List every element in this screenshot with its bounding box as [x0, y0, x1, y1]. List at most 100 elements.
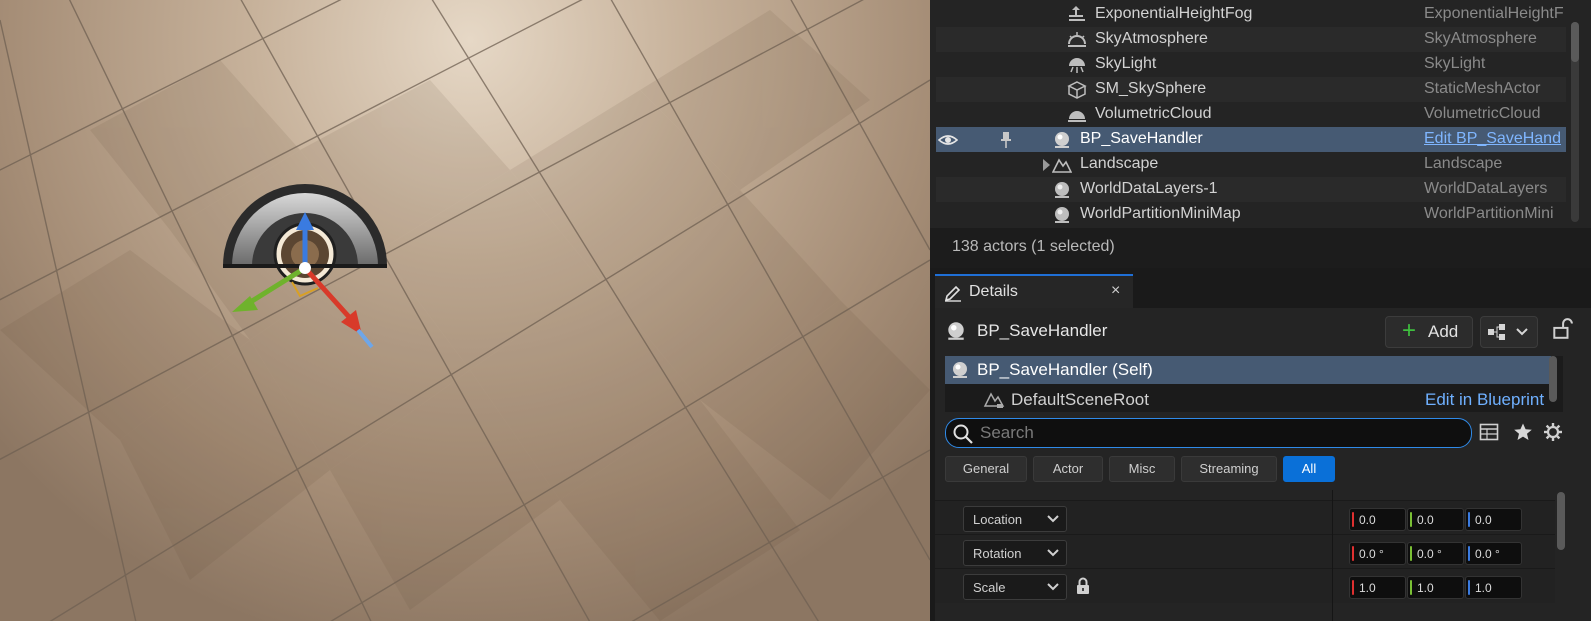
- property-row-location: Location 0.0 0.0 0.0: [935, 500, 1555, 535]
- skylight-icon: [1069, 58, 1085, 73]
- chevron-down-icon: [1047, 515, 1059, 523]
- outliner-row[interactable]: WorldDataLayers-1 WorldDataLayers: [936, 177, 1566, 202]
- outliner-row-name: SkyLight: [1095, 55, 1157, 72]
- actor-icon: [1055, 207, 1069, 223]
- chevron-down-icon: [1047, 549, 1059, 557]
- filter-streaming[interactable]: Streaming: [1181, 456, 1277, 482]
- scene-root-icon: [983, 392, 1005, 408]
- hierarchy-icon: [1488, 324, 1528, 340]
- outliner-row[interactable]: Landscape Landscape: [936, 152, 1566, 177]
- filter-actor[interactable]: Actor: [1033, 456, 1103, 482]
- transform-properties: Location 0.0 0.0 0.0 Rotation 0.0 ° 0.0 …: [935, 490, 1555, 621]
- location-y-field[interactable]: 0.0: [1407, 508, 1464, 531]
- outliner-row-name: SM_SkySphere: [1095, 80, 1207, 97]
- edit-pencil-icon: [944, 285, 961, 302]
- component-self-row[interactable]: BP_SaveHandler (Self): [945, 356, 1551, 384]
- lock-icon[interactable]: [1075, 577, 1091, 595]
- location-label: Location: [973, 512, 1023, 527]
- outliner-row[interactable]: WorldPartitionMiniMap WorldPartitionMini: [936, 202, 1566, 227]
- outliner-row[interactable]: VolumetricCloud VolumetricCloud: [936, 102, 1566, 127]
- location-z-field[interactable]: 0.0: [1465, 508, 1522, 531]
- outliner-row-type: SkyAtmosphere: [1424, 30, 1537, 47]
- editor-side-panel: ExponentialHeightFog ExponentialHeightF …: [930, 0, 1591, 621]
- outliner-row-type: StaticMeshActor: [1424, 80, 1541, 97]
- scale-y-field[interactable]: 1.0: [1407, 576, 1464, 599]
- world-outliner[interactable]: ExponentialHeightFog ExponentialHeightF …: [930, 0, 1591, 228]
- tab-details[interactable]: Details ×: [935, 274, 1133, 310]
- outliner-scrollbar[interactable]: [1571, 22, 1579, 222]
- chevron-down-icon: [1047, 583, 1059, 591]
- details-search-field[interactable]: [945, 418, 1472, 448]
- details-tab-label: Details: [969, 283, 1018, 300]
- actor-count-label: 138 actors (1 selected): [952, 238, 1115, 255]
- rotation-dropdown[interactable]: Rotation: [963, 540, 1067, 566]
- filter-all[interactable]: All: [1283, 456, 1335, 482]
- scale-z-field[interactable]: 1.0: [1465, 576, 1522, 599]
- edit-blueprint-link[interactable]: Edit BP_SaveHand: [1424, 130, 1569, 148]
- rotation-label: Rotation: [973, 546, 1022, 561]
- scale-label: Scale: [973, 580, 1006, 595]
- outliner-row-name: SkyAtmosphere: [1095, 30, 1208, 47]
- scrollbar-thumb[interactable]: [1571, 22, 1579, 62]
- unlock-icon[interactable]: [1551, 318, 1573, 340]
- column-divider[interactable]: [1332, 490, 1333, 621]
- plus-icon: +: [1402, 317, 1417, 344]
- outliner-row[interactable]: ExponentialHeightFog ExponentialHeightF: [936, 2, 1566, 27]
- outliner-row-name: ExponentialHeightFog: [1095, 5, 1253, 22]
- favorites-star-icon[interactable]: [1513, 422, 1533, 442]
- component-root-label: DefaultSceneRoot: [1011, 390, 1149, 409]
- location-dropdown[interactable]: Location: [963, 506, 1067, 532]
- eye-icon[interactable]: [938, 130, 958, 150]
- filter-misc[interactable]: Misc: [1109, 456, 1175, 482]
- component-tree[interactable]: BP_SaveHandler (Self) DefaultSceneRoot E…: [945, 356, 1563, 412]
- scale-dropdown[interactable]: Scale: [963, 574, 1067, 600]
- details-scrollbar[interactable]: [1557, 492, 1565, 550]
- rotation-x-field[interactable]: 0.0 °: [1349, 542, 1406, 565]
- scale-x-field[interactable]: 1.0: [1349, 576, 1406, 599]
- actor-header: BP_SaveHandler + Add: [935, 308, 1591, 352]
- close-tab-button[interactable]: ×: [1111, 282, 1120, 300]
- rotation-y-field[interactable]: 0.0 °: [1407, 542, 1464, 565]
- actor-icon: [948, 322, 964, 340]
- outliner-row-type: WorldPartitionMini: [1424, 205, 1554, 222]
- outliner-row-name: WorldDataLayers-1: [1080, 180, 1218, 197]
- outliner-row[interactable]: SM_SkySphere StaticMeshActor: [936, 77, 1566, 102]
- search-icon: [953, 424, 973, 444]
- outliner-row-name: Landscape: [1080, 155, 1159, 172]
- table-view-icon[interactable]: [1479, 422, 1499, 442]
- sky-atmosphere-icon: [1068, 32, 1086, 47]
- actor-icon: [1055, 182, 1069, 198]
- search-input[interactable]: [980, 422, 1460, 444]
- outliner-row-selected[interactable]: BP_SaveHandler Edit BP_SaveHand: [936, 127, 1566, 152]
- viewport-scene[interactable]: [0, 0, 930, 621]
- outliner-row-type: WorldDataLayers: [1424, 180, 1548, 197]
- edit-in-blueprint-link[interactable]: Edit in Blueprint: [1425, 390, 1544, 410]
- component-scrollbar[interactable]: [1549, 356, 1557, 402]
- details-panel: BP_SaveHandler + Add BP_SaveHandler (Sel…: [935, 308, 1591, 621]
- location-x-field[interactable]: 0.0: [1349, 508, 1406, 531]
- component-root-row[interactable]: DefaultSceneRoot Edit in Blueprint: [945, 386, 1551, 412]
- outliner-row-name: BP_SaveHandler: [1080, 130, 1203, 147]
- outliner-row[interactable]: SkyAtmosphere SkyAtmosphere: [936, 27, 1566, 52]
- cloud-icon: [1068, 111, 1086, 122]
- add-button-label: Add: [1428, 322, 1459, 341]
- add-component-button[interactable]: + Add: [1385, 316, 1473, 348]
- gear-icon[interactable]: [1543, 422, 1563, 442]
- outliner-row-name: VolumetricCloud: [1095, 105, 1212, 122]
- static-mesh-icon: [1067, 81, 1087, 99]
- outliner-row-type: SkyLight: [1424, 55, 1486, 72]
- component-self-label: BP_SaveHandler (Self): [977, 360, 1153, 379]
- outliner-status-bar: 138 actors (1 selected): [930, 228, 1591, 268]
- hierarchy-dropdown-button[interactable]: [1480, 316, 1538, 348]
- landscape-icon: [1052, 158, 1072, 173]
- filter-general[interactable]: General: [945, 456, 1027, 482]
- outliner-row[interactable]: SkyLight SkyLight: [936, 52, 1566, 77]
- pin-icon[interactable]: [996, 130, 1016, 150]
- outliner-row-type: Landscape: [1424, 155, 1503, 172]
- outliner-row-name: WorldPartitionMiniMap: [1080, 205, 1241, 222]
- rotation-z-field[interactable]: 0.0 °: [1465, 542, 1522, 565]
- outliner-row-type: ExponentialHeightF: [1424, 5, 1564, 22]
- level-viewport[interactable]: [0, 0, 930, 621]
- property-row-scale: Scale 1.0 1.0 1.0: [935, 568, 1555, 603]
- fog-icon: [1069, 6, 1085, 21]
